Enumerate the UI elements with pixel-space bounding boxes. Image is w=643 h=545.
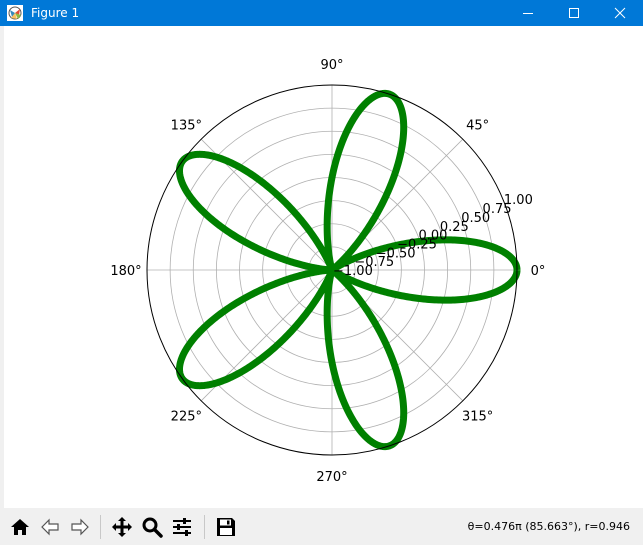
cursor-coordinates-readout: θ=0.476π (85.663°), r=0.946 [467, 520, 630, 533]
title-bar: Figure 1 [0, 0, 643, 26]
theta-tick-label: 45° [466, 118, 489, 133]
matplotlib-app-icon [7, 5, 23, 21]
theta-tick-label: 225° [171, 410, 202, 425]
floppy-disk-icon [217, 518, 235, 536]
theta-tick-label: 90° [320, 58, 343, 73]
configure-subplots-button[interactable] [168, 513, 196, 541]
forward-arrow-icon [71, 518, 89, 536]
theta-tick-label: 315° [462, 410, 493, 425]
polar-plot[interactable]: 0°45°90°135°180°225°270°315°−1.00−0.75−0… [0, 26, 643, 508]
minimize-button[interactable] [505, 0, 551, 26]
theta-tick-label: 0° [531, 264, 546, 279]
back-button[interactable] [36, 513, 64, 541]
toolbar-separator [100, 515, 101, 539]
back-arrow-icon [41, 518, 59, 536]
close-icon [614, 7, 626, 19]
toolbar-separator [204, 515, 205, 539]
home-button[interactable] [6, 513, 34, 541]
home-icon [11, 519, 29, 535]
theta-tick-label: 135° [171, 118, 202, 133]
minimize-icon [523, 13, 533, 14]
pan-button[interactable] [108, 513, 136, 541]
radial-tick-label: 1.00 [504, 193, 533, 208]
maximize-icon [569, 8, 579, 18]
zoom-button[interactable] [138, 513, 166, 541]
theta-tick-label: 270° [316, 470, 347, 485]
save-button[interactable] [212, 513, 240, 541]
magnifier-icon [142, 517, 163, 538]
forward-button[interactable] [66, 513, 94, 541]
window-title: Figure 1 [31, 6, 80, 20]
maximize-button[interactable] [551, 0, 597, 26]
sliders-icon [173, 518, 191, 536]
navigation-toolbar: θ=0.476π (85.663°), r=0.946 [0, 508, 643, 545]
move-arrows-icon [112, 517, 132, 537]
close-button[interactable] [597, 0, 643, 26]
theta-tick-label: 180° [110, 264, 141, 279]
